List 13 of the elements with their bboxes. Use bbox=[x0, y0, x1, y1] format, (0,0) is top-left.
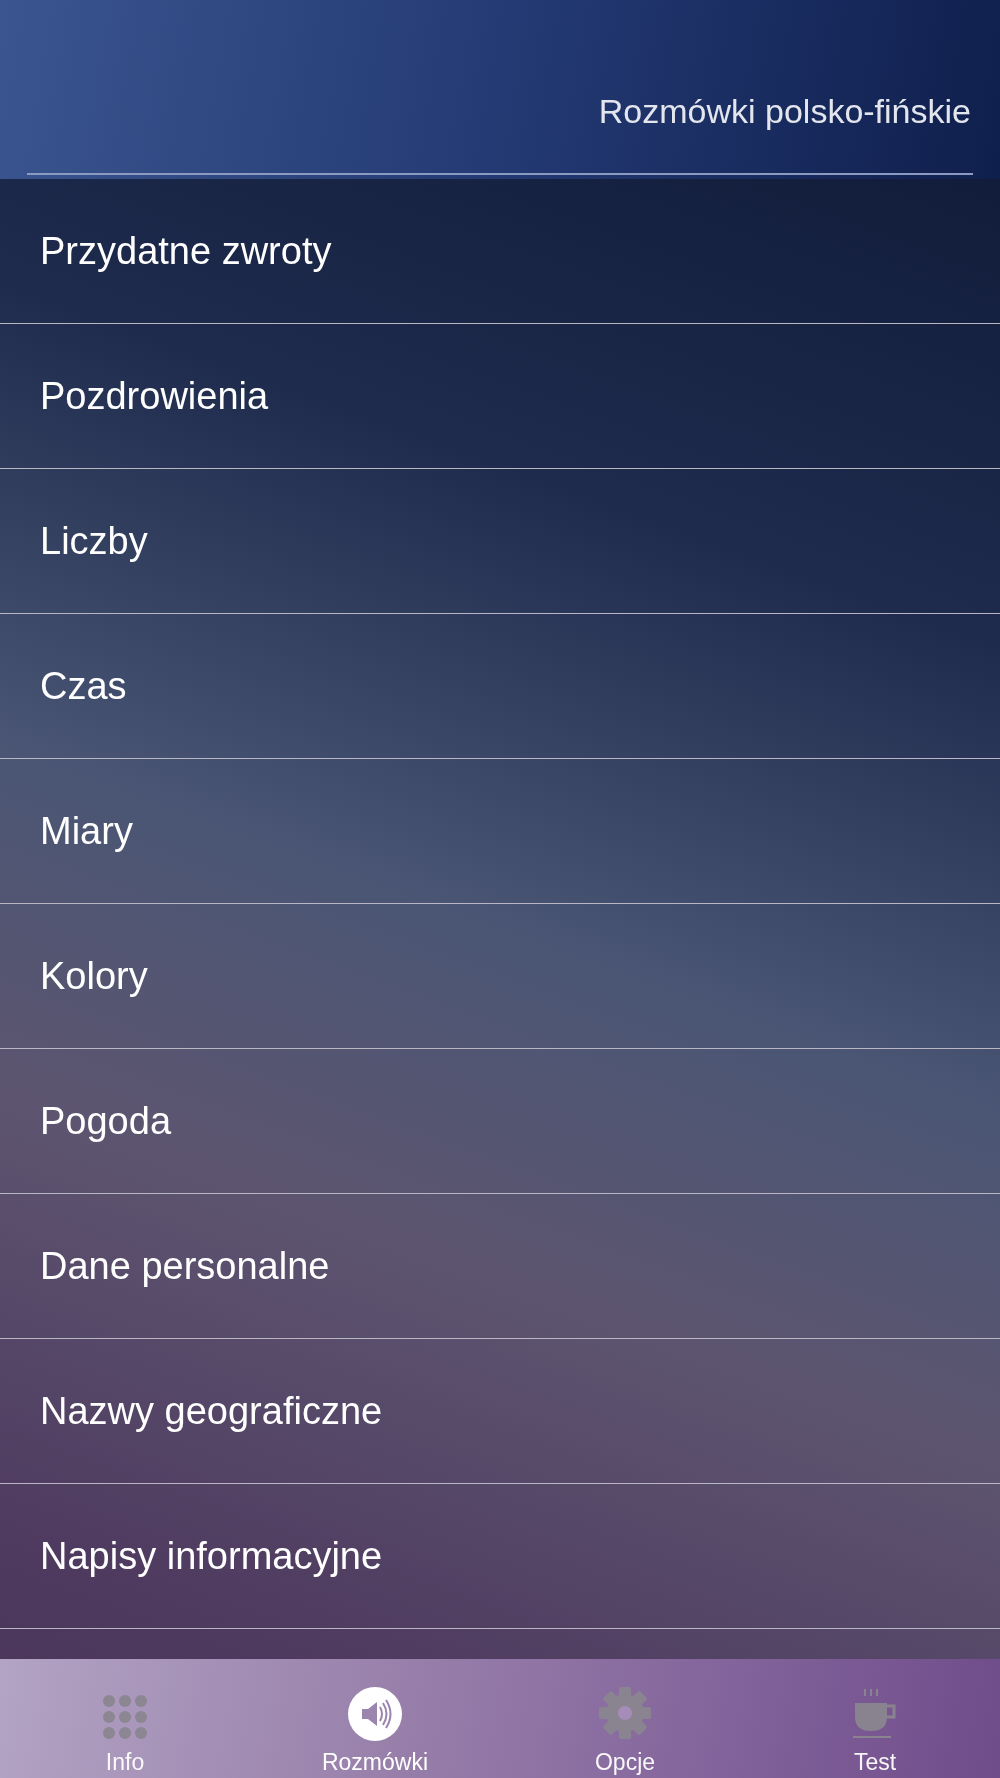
category-row[interactable]: Pogoda bbox=[0, 1049, 1000, 1194]
tab-item[interactable]: Opcje bbox=[500, 1659, 750, 1778]
category-row[interactable]: Czas bbox=[0, 614, 1000, 759]
category-row[interactable]: Dane personalne bbox=[0, 1194, 1000, 1339]
tab-item[interactable]: Test bbox=[750, 1659, 1000, 1778]
category-row[interactable]: Nazwy geograficzne bbox=[0, 1339, 1000, 1484]
category-row[interactable]: Przydatne zwroty bbox=[0, 179, 1000, 324]
category-row[interactable]: Kolory bbox=[0, 904, 1000, 1049]
category-row[interactable]: Napisy informacyjne bbox=[0, 1484, 1000, 1629]
category-row[interactable]: Miary bbox=[0, 759, 1000, 904]
app-title: Rozmówki polsko-fińskie bbox=[598, 91, 971, 132]
category-row[interactable]: Liczby bbox=[0, 469, 1000, 614]
category-row[interactable]: Pozdrowienia bbox=[0, 324, 1000, 469]
